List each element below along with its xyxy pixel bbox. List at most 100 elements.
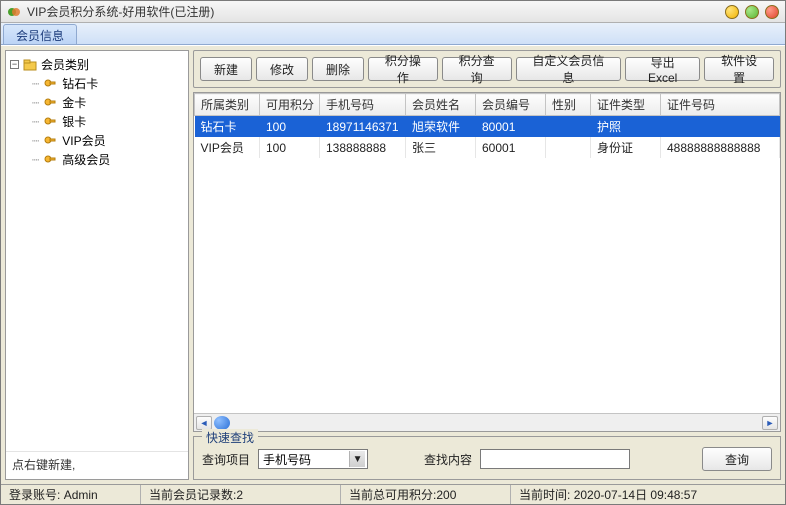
tree-node-premium[interactable]: ┈ 高级会员: [8, 150, 186, 169]
tree-connector-icon: ┈: [32, 153, 40, 167]
statusbar: 登录账号: Admin 当前会员记录数: 2 当前总可用积分: 200 当前时间…: [1, 484, 785, 504]
tree-connector-icon: ┈: [32, 115, 40, 129]
key-icon: [44, 77, 58, 91]
cell: 100: [260, 116, 320, 138]
quick-search-group: 快速查找 查询项目 手机号码 ▼ 查找内容 查询: [193, 436, 781, 480]
table-row[interactable]: VIP会员 100 138888888 张三 60001 身份证 4888888…: [195, 137, 780, 158]
app-icon: [7, 5, 21, 19]
status-count: 当前会员记录数: 2: [141, 485, 341, 504]
points-query-button[interactable]: 积分查询: [442, 57, 512, 81]
scroll-thumb[interactable]: [214, 416, 230, 430]
cell: 护照: [591, 116, 661, 138]
search-field-select[interactable]: 手机号码 ▼: [258, 449, 368, 469]
delete-button[interactable]: 删除: [312, 57, 364, 81]
new-button[interactable]: 新建: [200, 57, 252, 81]
tree-node-label: 高级会员: [62, 151, 110, 168]
edit-button[interactable]: 修改: [256, 57, 308, 81]
grid-header-row: 所属类别 可用积分 手机号码 会员姓名 会员编号 性别 证件类型 证件号码: [195, 94, 780, 116]
maximize-button[interactable]: [745, 5, 759, 19]
cell: 18971146371: [320, 116, 406, 138]
table-row[interactable]: 钻石卡 100 18971146371 旭荣软件 80001 护照: [195, 116, 780, 138]
status-count-value: 2: [236, 488, 243, 502]
tree-connector-icon: ┈: [32, 77, 40, 91]
col-points[interactable]: 可用积分: [260, 94, 320, 116]
custom-info-button[interactable]: 自定义会员信息: [516, 57, 622, 81]
cell: 钻石卡: [195, 116, 260, 138]
cell: [546, 137, 591, 158]
key-icon: [44, 115, 58, 129]
status-count-label: 当前会员记录数:: [149, 486, 236, 503]
col-phone[interactable]: 手机号码: [320, 94, 406, 116]
cell: [546, 116, 591, 138]
key-icon: [44, 153, 58, 167]
tree-node-label: 银卡: [62, 113, 86, 130]
category-tree[interactable]: − 会员类别 ┈ 钻石卡 ┈ 金卡: [6, 51, 188, 451]
status-time: 当前时间: 2020-07-14日 09:48:57: [511, 485, 785, 504]
col-gender[interactable]: 性别: [546, 94, 591, 116]
horizontal-scrollbar[interactable]: ◄ ►: [194, 413, 780, 431]
scroll-track[interactable]: [232, 416, 760, 430]
search-content-label: 查找内容: [424, 451, 472, 468]
tree-node-gold[interactable]: ┈ 金卡: [8, 93, 186, 112]
scroll-right-icon[interactable]: ►: [762, 416, 778, 430]
tree-node-label: 钻石卡: [62, 75, 98, 92]
body: − 会员类别 ┈ 钻石卡 ┈ 金卡: [1, 45, 785, 484]
search-content-input[interactable]: [480, 449, 630, 469]
status-time-value: 2020-07-14日 09:48:57: [574, 486, 697, 503]
points-op-button[interactable]: 积分操作: [368, 57, 438, 81]
sidebar: − 会员类别 ┈ 钻石卡 ┈ 金卡: [5, 50, 189, 480]
cell: 80001: [476, 116, 546, 138]
chevron-down-icon: ▼: [349, 451, 365, 467]
tree-node-silver[interactable]: ┈ 银卡: [8, 112, 186, 131]
settings-button[interactable]: 软件设置: [704, 57, 774, 81]
cell: 48888888888888: [661, 137, 780, 158]
col-id-number[interactable]: 证件号码: [661, 94, 780, 116]
status-account-value: Admin: [64, 488, 98, 502]
status-account: 登录账号: Admin: [1, 485, 141, 504]
tree-node-vip[interactable]: ┈ VIP会员: [8, 131, 186, 150]
status-points-label: 当前总可用积分:: [349, 486, 436, 503]
minimize-button[interactable]: [725, 5, 739, 19]
search-field-value: 手机号码: [263, 451, 311, 468]
tree-node-label: VIP会员: [62, 132, 105, 149]
scroll-left-icon[interactable]: ◄: [196, 416, 212, 430]
search-button[interactable]: 查询: [702, 447, 772, 471]
cell: 张三: [406, 137, 476, 158]
titlebar: VIP会员积分系统-好用软件(已注册): [1, 1, 785, 23]
status-account-label: 登录账号:: [9, 486, 60, 503]
main: 新建 修改 删除 积分操作 积分查询 自定义会员信息 导出Excel 软件设置: [193, 50, 781, 480]
key-icon: [44, 134, 58, 148]
col-id-type[interactable]: 证件类型: [591, 94, 661, 116]
status-points-value: 200: [436, 488, 456, 502]
cell: 100: [260, 137, 320, 158]
tree-node-diamond[interactable]: ┈ 钻石卡: [8, 74, 186, 93]
quick-search-legend: 快速查找: [202, 429, 258, 446]
cell: 旭荣软件: [406, 116, 476, 138]
status-points: 当前总可用积分: 200: [341, 485, 511, 504]
data-grid[interactable]: 所属类别 可用积分 手机号码 会员姓名 会员编号 性别 证件类型 证件号码 钻石: [193, 92, 781, 432]
tree-root-label: 会员类别: [41, 56, 89, 73]
status-time-label: 当前时间:: [519, 486, 570, 503]
col-member-no[interactable]: 会员编号: [476, 94, 546, 116]
tree-connector-icon: ┈: [32, 96, 40, 110]
search-field-label: 查询项目: [202, 451, 250, 468]
cell: [661, 116, 780, 138]
col-name[interactable]: 会员姓名: [406, 94, 476, 116]
cell: VIP会员: [195, 137, 260, 158]
tab-label: 会员信息: [16, 29, 64, 43]
col-category[interactable]: 所属类别: [195, 94, 260, 116]
close-button[interactable]: [765, 5, 779, 19]
collapse-icon[interactable]: −: [10, 60, 19, 69]
export-excel-button[interactable]: 导出Excel: [625, 57, 700, 81]
tabbar: 会员信息: [1, 23, 785, 45]
cell: 身份证: [591, 137, 661, 158]
tree-connector-icon: ┈: [32, 134, 40, 148]
window-title: VIP会员积分系统-好用软件(已注册): [27, 3, 719, 20]
cell: 60001: [476, 137, 546, 158]
key-icon: [44, 96, 58, 110]
tree-node-label: 金卡: [62, 94, 86, 111]
tree-root[interactable]: − 会员类别: [8, 55, 186, 74]
app-window: VIP会员积分系统-好用软件(已注册) 会员信息 − 会员类别: [0, 0, 786, 505]
folder-icon: [23, 58, 37, 72]
tab-member-info[interactable]: 会员信息: [3, 24, 77, 44]
